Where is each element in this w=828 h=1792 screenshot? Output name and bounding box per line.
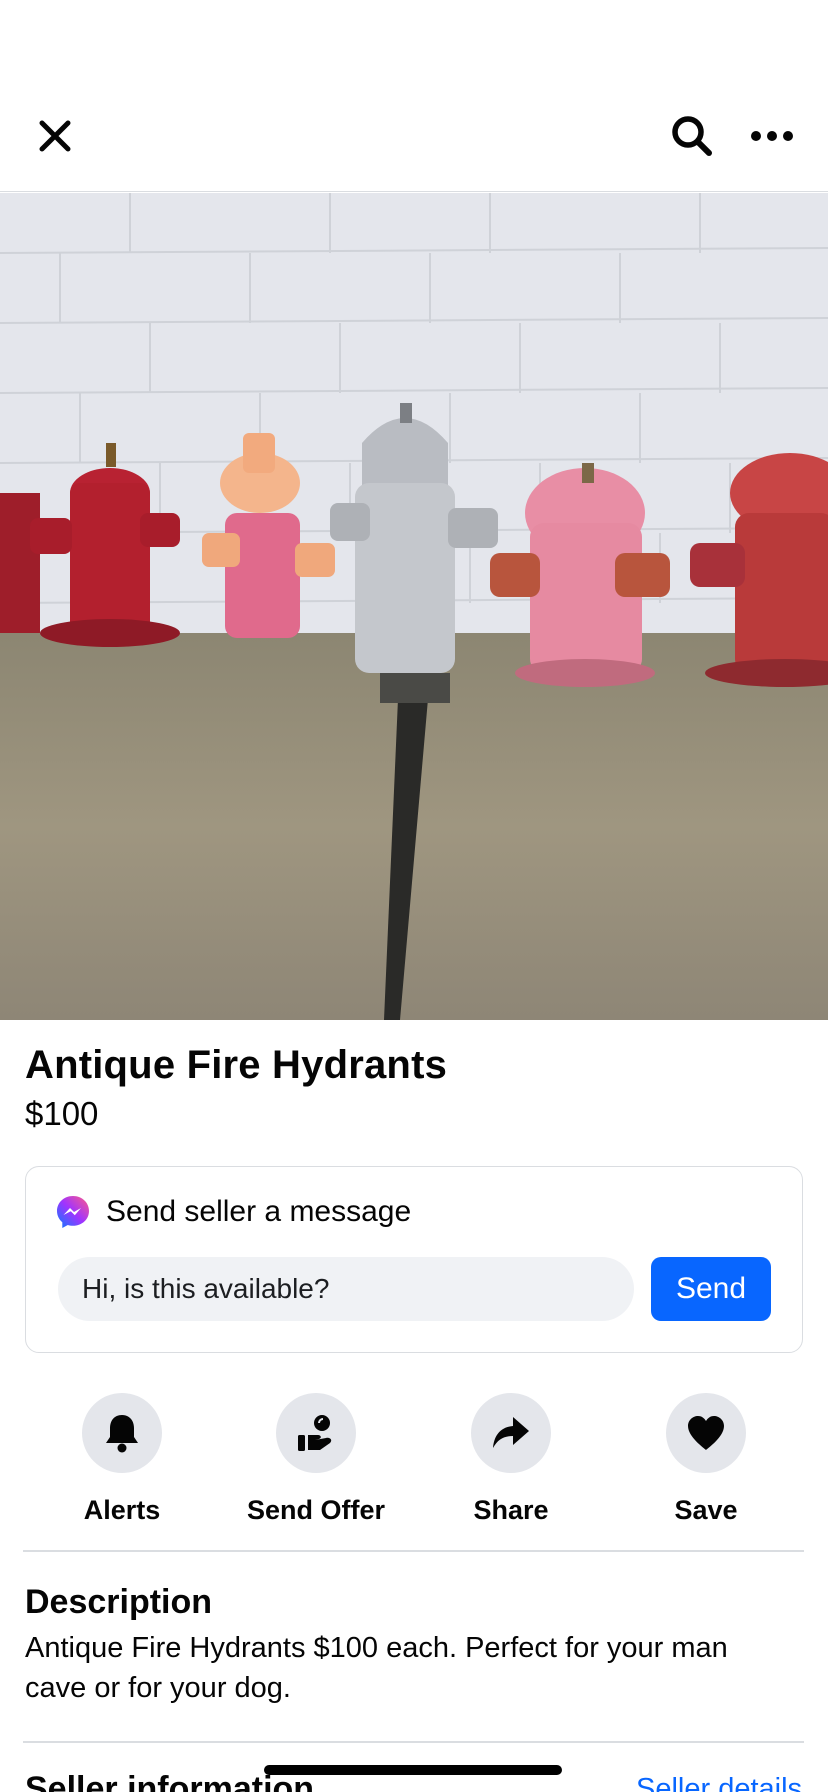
share-button[interactable]: Share [411,1393,611,1526]
close-button[interactable] [25,106,85,166]
share-label: Share [473,1495,549,1525]
home-indicator[interactable] [264,1765,562,1775]
send-offer-button[interactable]: Send Offer [216,1393,416,1526]
listing-title: Antique Fire Hydrants [25,1043,448,1087]
send-offer-circle [276,1393,356,1473]
top-navigation-bar [0,80,828,192]
listing-photo[interactable] [0,193,828,1020]
description-heading: Description [25,1583,213,1621]
send-offer-label: Send Offer [246,1495,386,1525]
section-divider [23,1550,804,1552]
message-input[interactable] [58,1257,634,1321]
share-icon [493,1417,529,1448]
listing-price: $100 [25,1095,99,1132]
save-circle [666,1393,746,1473]
alerts-circle [82,1393,162,1473]
search-icon [672,116,712,156]
share-circle [471,1393,551,1473]
seller-details-link[interactable]: Seller details [636,1773,802,1792]
description-text: Antique Fire Hydrants $100 each. Perfect… [25,1632,728,1704]
more-options-button[interactable] [742,106,802,166]
alerts-label: Alerts [83,1495,161,1525]
message-card-header: Send seller a message [56,1195,411,1229]
save-label: Save [674,1495,738,1525]
message-seller-card: Send seller a message Send [25,1166,803,1353]
alerts-button[interactable]: Alerts [22,1393,222,1526]
offer-icon [298,1415,332,1451]
status-bar [0,0,828,80]
send-button[interactable]: Send [651,1257,771,1321]
listing-actions: Alerts Send Offer Share Save [0,1393,828,1526]
search-button[interactable] [662,106,722,166]
messenger-icon [57,1196,89,1228]
bell-icon [106,1415,138,1453]
message-card-heading: Send seller a message [106,1195,412,1228]
save-button[interactable]: Save [606,1393,806,1526]
section-divider [23,1741,804,1743]
close-icon [39,120,71,152]
more-icon [751,131,793,141]
heart-icon [688,1416,724,1450]
